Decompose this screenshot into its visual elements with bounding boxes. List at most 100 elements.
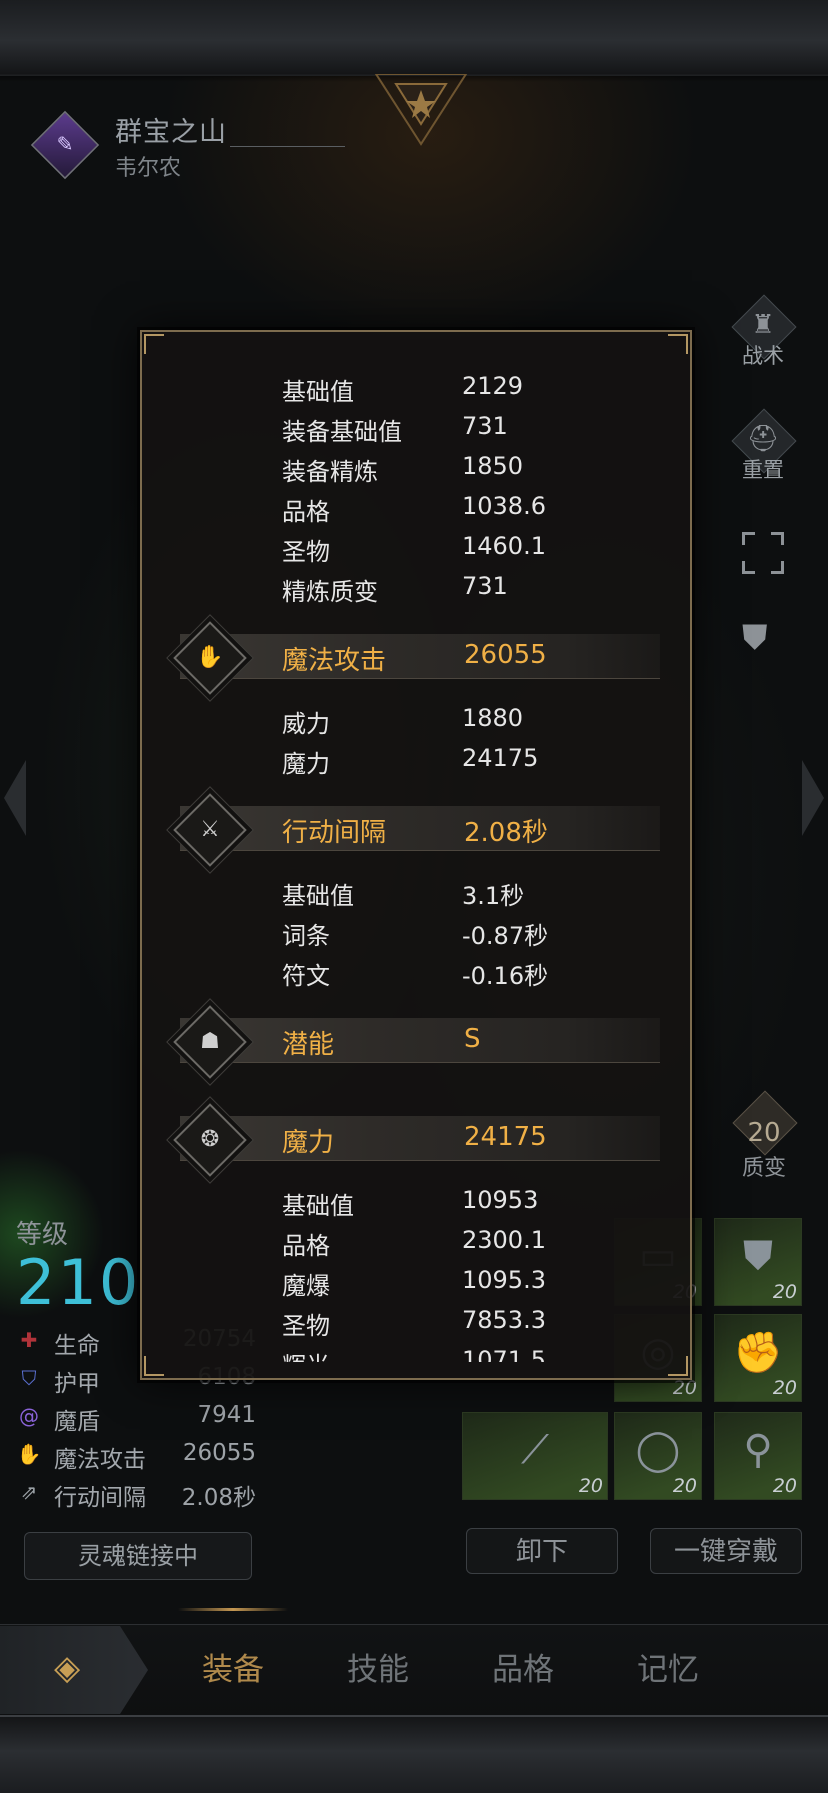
location-divider xyxy=(230,146,345,147)
tooltip-row: 威力 1880 xyxy=(282,704,662,740)
shield-icon: ⛉ xyxy=(21,1366,37,1390)
helmet-icon: ⛑ xyxy=(746,424,780,454)
row-value: 1038.6 xyxy=(462,492,546,520)
row-value: 731 xyxy=(462,572,508,600)
tooltip-row: 词条 -0.87秒 xyxy=(282,916,662,952)
slot-level: 20 xyxy=(772,1377,797,1399)
row-label: 词条 xyxy=(282,922,330,950)
row-label: 威力 xyxy=(282,710,330,738)
vortex-icon: ❂ xyxy=(173,1103,247,1177)
tab-equipment[interactable]: 装备 xyxy=(188,1644,278,1689)
section-name: 魔法攻击 xyxy=(282,646,387,676)
row-label: 装备基础值 xyxy=(282,418,402,446)
section-value: 24175 xyxy=(464,1122,547,1152)
section-header-magic-attack: 魔法攻击 26055 xyxy=(180,634,660,679)
unequip-button[interactable]: 卸下 xyxy=(466,1528,618,1574)
top-frame xyxy=(0,0,828,82)
next-arrow-icon[interactable] xyxy=(802,760,824,836)
section-header-action-interval: 行动间隔 2.08秒 xyxy=(180,806,660,851)
stat-name: 护甲 xyxy=(54,1371,100,1397)
soul-link-button[interactable]: 灵魂链接中 xyxy=(24,1532,252,1580)
tooltip-row: 魔爆 1095.3 xyxy=(282,1266,662,1302)
dash-icon: ⇗ xyxy=(20,1480,38,1504)
equip-slot-chest[interactable]: ⛊ 20 xyxy=(714,1218,802,1306)
chest-armor-icon: ⛊ xyxy=(743,1233,773,1279)
equip-slot-weapon[interactable]: ⟋ 20 xyxy=(462,1412,608,1500)
row-value: 7853.3 xyxy=(462,1306,546,1334)
amulet-icon: ◯ xyxy=(635,1427,681,1473)
diamond-arrow-icon: ◈ xyxy=(54,1648,81,1688)
row-value: 1095.3 xyxy=(462,1266,546,1294)
armor-icon[interactable]: ⛊ xyxy=(742,618,768,658)
location-title: 群宝之山 xyxy=(115,117,227,148)
gloves-icon: ✊ xyxy=(733,1330,783,1376)
section-header-potential: 潜能 S xyxy=(180,1018,660,1063)
row-value: 2300.1 xyxy=(462,1226,546,1254)
section-header-magic-power: 魔力 24175 xyxy=(180,1116,660,1161)
row-label: 装备精炼 xyxy=(282,458,378,486)
heart-cross-icon: ✚ xyxy=(20,1328,38,1352)
section-value: 2.08秒 xyxy=(464,818,548,848)
row-label: 圣物 xyxy=(282,1312,330,1340)
tactics-button[interactable]: ♜ 战术 xyxy=(728,294,798,368)
section-name: 魔力 xyxy=(282,1128,335,1158)
row-label: 符文 xyxy=(282,962,330,990)
row-value: 1850 xyxy=(462,452,524,480)
slot-level: 20 xyxy=(578,1475,603,1497)
tooltip-row: 装备基础值 731 xyxy=(282,412,662,448)
reset-button[interactable]: ⛑ 重置 xyxy=(728,408,798,482)
tab-character[interactable]: 品格 xyxy=(478,1644,568,1689)
tab-skills[interactable]: 技能 xyxy=(333,1644,423,1689)
tooltip-row: 品格 2300.1 xyxy=(282,1226,662,1262)
row-value: 24175 xyxy=(462,744,539,772)
tab-memory[interactable]: 记忆 xyxy=(623,1644,713,1689)
tooltip-row: 基础值 2129 xyxy=(282,372,662,408)
stat-tooltip-panel[interactable]: 基础值 2129 装备基础值 731 装备精炼 1850 品格 1038.6 圣… xyxy=(140,330,692,1380)
section-name: 潜能 xyxy=(282,1030,335,1060)
equip-all-button[interactable]: 一键穿戴 xyxy=(650,1528,802,1574)
expand-icon[interactable] xyxy=(742,532,784,574)
row-value: 10953 xyxy=(462,1186,539,1214)
slot-level: 20 xyxy=(672,1377,697,1399)
level-value: 210 xyxy=(16,1246,141,1319)
stat-value: 2.08秒 xyxy=(181,1485,256,1511)
row-value: -0.16秒 xyxy=(462,962,549,990)
tooltip-row-partial: 辉光 1071.5 xyxy=(282,1346,662,1362)
stat-name: 魔盾 xyxy=(54,1409,100,1435)
stat-value: 7941 xyxy=(197,1402,256,1428)
reset-label: 重置 xyxy=(742,458,784,482)
section-value: S xyxy=(464,1024,481,1054)
boots-icon: ⚲ xyxy=(743,1427,773,1473)
row-label: 基础值 xyxy=(282,882,354,910)
stat-value: 26055 xyxy=(182,1440,256,1466)
row-value: 3.1秒 xyxy=(462,882,525,910)
tooltip-row: 魔力 24175 xyxy=(282,744,662,780)
row-label: 魔力 xyxy=(282,750,330,778)
bust-icon: ☗ xyxy=(173,1005,247,1079)
row-label: 基础值 xyxy=(282,1192,354,1220)
active-tab-glow xyxy=(178,1608,288,1611)
back-button[interactable]: ◈ xyxy=(0,1626,148,1714)
castle-icon: ♜ xyxy=(751,310,775,340)
stat-magic-attack: ✋ 魔法攻击 26055 xyxy=(16,1440,256,1473)
location-subtitle: 韦尔农 xyxy=(115,156,182,181)
tooltip-row: 品格 1038.6 xyxy=(282,492,662,528)
tooltip-row: 圣物 7853.3 xyxy=(282,1306,662,1342)
tactics-label: 战术 xyxy=(742,344,784,368)
equip-slot-gloves[interactable]: ✊ 20 xyxy=(714,1314,802,1402)
section-value: 26055 xyxy=(464,640,547,670)
tooltip-scroll-area[interactable]: 基础值 2129 装备基础值 731 装备精炼 1850 品格 1038.6 圣… xyxy=(142,332,690,1362)
stat-action-interval: ⇗ 行动间隔 2.08秒 xyxy=(16,1478,256,1511)
row-value: 731 xyxy=(462,412,508,440)
equip-slot-amulet[interactable]: ◯ 20 xyxy=(614,1412,702,1500)
stat-name: 魔法攻击 xyxy=(54,1447,146,1473)
row-label: 精炼质变 xyxy=(282,578,378,606)
bottom-frame xyxy=(0,1715,828,1793)
quality-badge[interactable]: 20 质变 xyxy=(724,1090,804,1181)
equip-slot-boots[interactable]: ⚲ 20 xyxy=(714,1412,802,1500)
tooltip-row: 基础值 10953 xyxy=(282,1186,662,1222)
prev-arrow-icon[interactable] xyxy=(4,760,26,836)
tooltip-row: 基础值 3.1秒 xyxy=(282,876,662,912)
row-label: 魔爆 xyxy=(282,1272,330,1300)
tooltip-row: 装备精炼 1850 xyxy=(282,452,662,488)
